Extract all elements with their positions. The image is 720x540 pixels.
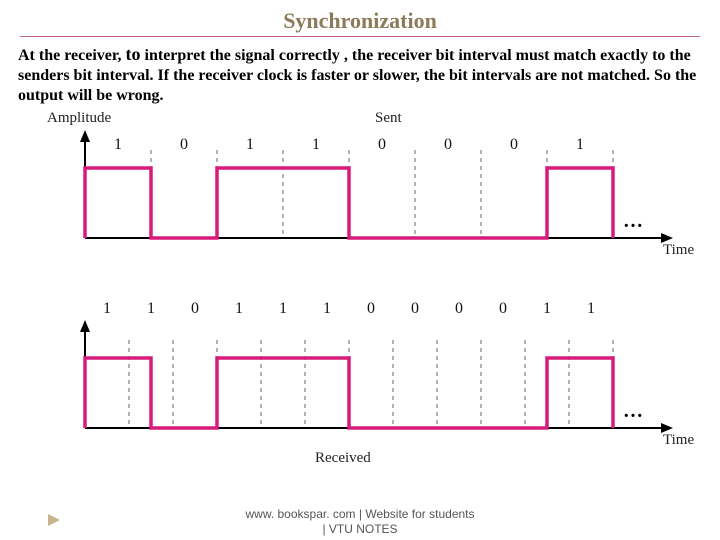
para-prefix: At the receiver, [18, 47, 126, 64]
sent-ellipsis: … [623, 210, 645, 233]
recv-bit-4: 1 [279, 300, 287, 318]
recv-bit-9: 0 [499, 300, 507, 318]
footer-line-1: www. bookspar. com | Website for student… [246, 507, 475, 521]
amplitude-label: Amplitude [47, 110, 111, 127]
recv-bit-8: 0 [455, 300, 463, 318]
recv-bit-11: 1 [587, 300, 595, 318]
recv-ellipsis: … [623, 400, 645, 423]
footer-line-2: | VTU NOTES [322, 522, 397, 536]
sent-bit-7: 1 [576, 136, 584, 154]
recv-bit-6: 0 [367, 300, 375, 318]
footer: www. bookspar. com | Website for student… [0, 507, 720, 536]
body-paragraph: At the receiver, to interpret the signal… [0, 37, 720, 110]
received-plot [15, 318, 705, 448]
sent-bit-5: 0 [444, 136, 452, 154]
sent-bit-1: 0 [180, 136, 188, 154]
signal-diagram: Amplitude Sent 1 0 1 1 0 0 0 1 … Time [15, 110, 705, 490]
recv-bit-0: 1 [103, 300, 111, 318]
sent-bit-6: 0 [510, 136, 518, 154]
recv-bit-5: 1 [323, 300, 331, 318]
recv-bit-1: 1 [147, 300, 155, 318]
recv-bit-7: 0 [411, 300, 419, 318]
recv-bit-10: 1 [543, 300, 551, 318]
page-title: Synchronization [20, 0, 700, 37]
sent-label: Sent [375, 110, 402, 127]
sent-bit-2: 1 [246, 136, 254, 154]
received-label: Received [315, 450, 371, 467]
sent-bit-0: 1 [114, 136, 122, 154]
sent-bit-4: 0 [378, 136, 386, 154]
sent-bit-3: 1 [312, 136, 320, 154]
recv-bit-2: 0 [191, 300, 199, 318]
recv-time-label: Time [663, 432, 694, 449]
sent-time-label: Time [663, 242, 694, 259]
recv-bit-3: 1 [235, 300, 243, 318]
para-to: to [126, 44, 141, 64]
